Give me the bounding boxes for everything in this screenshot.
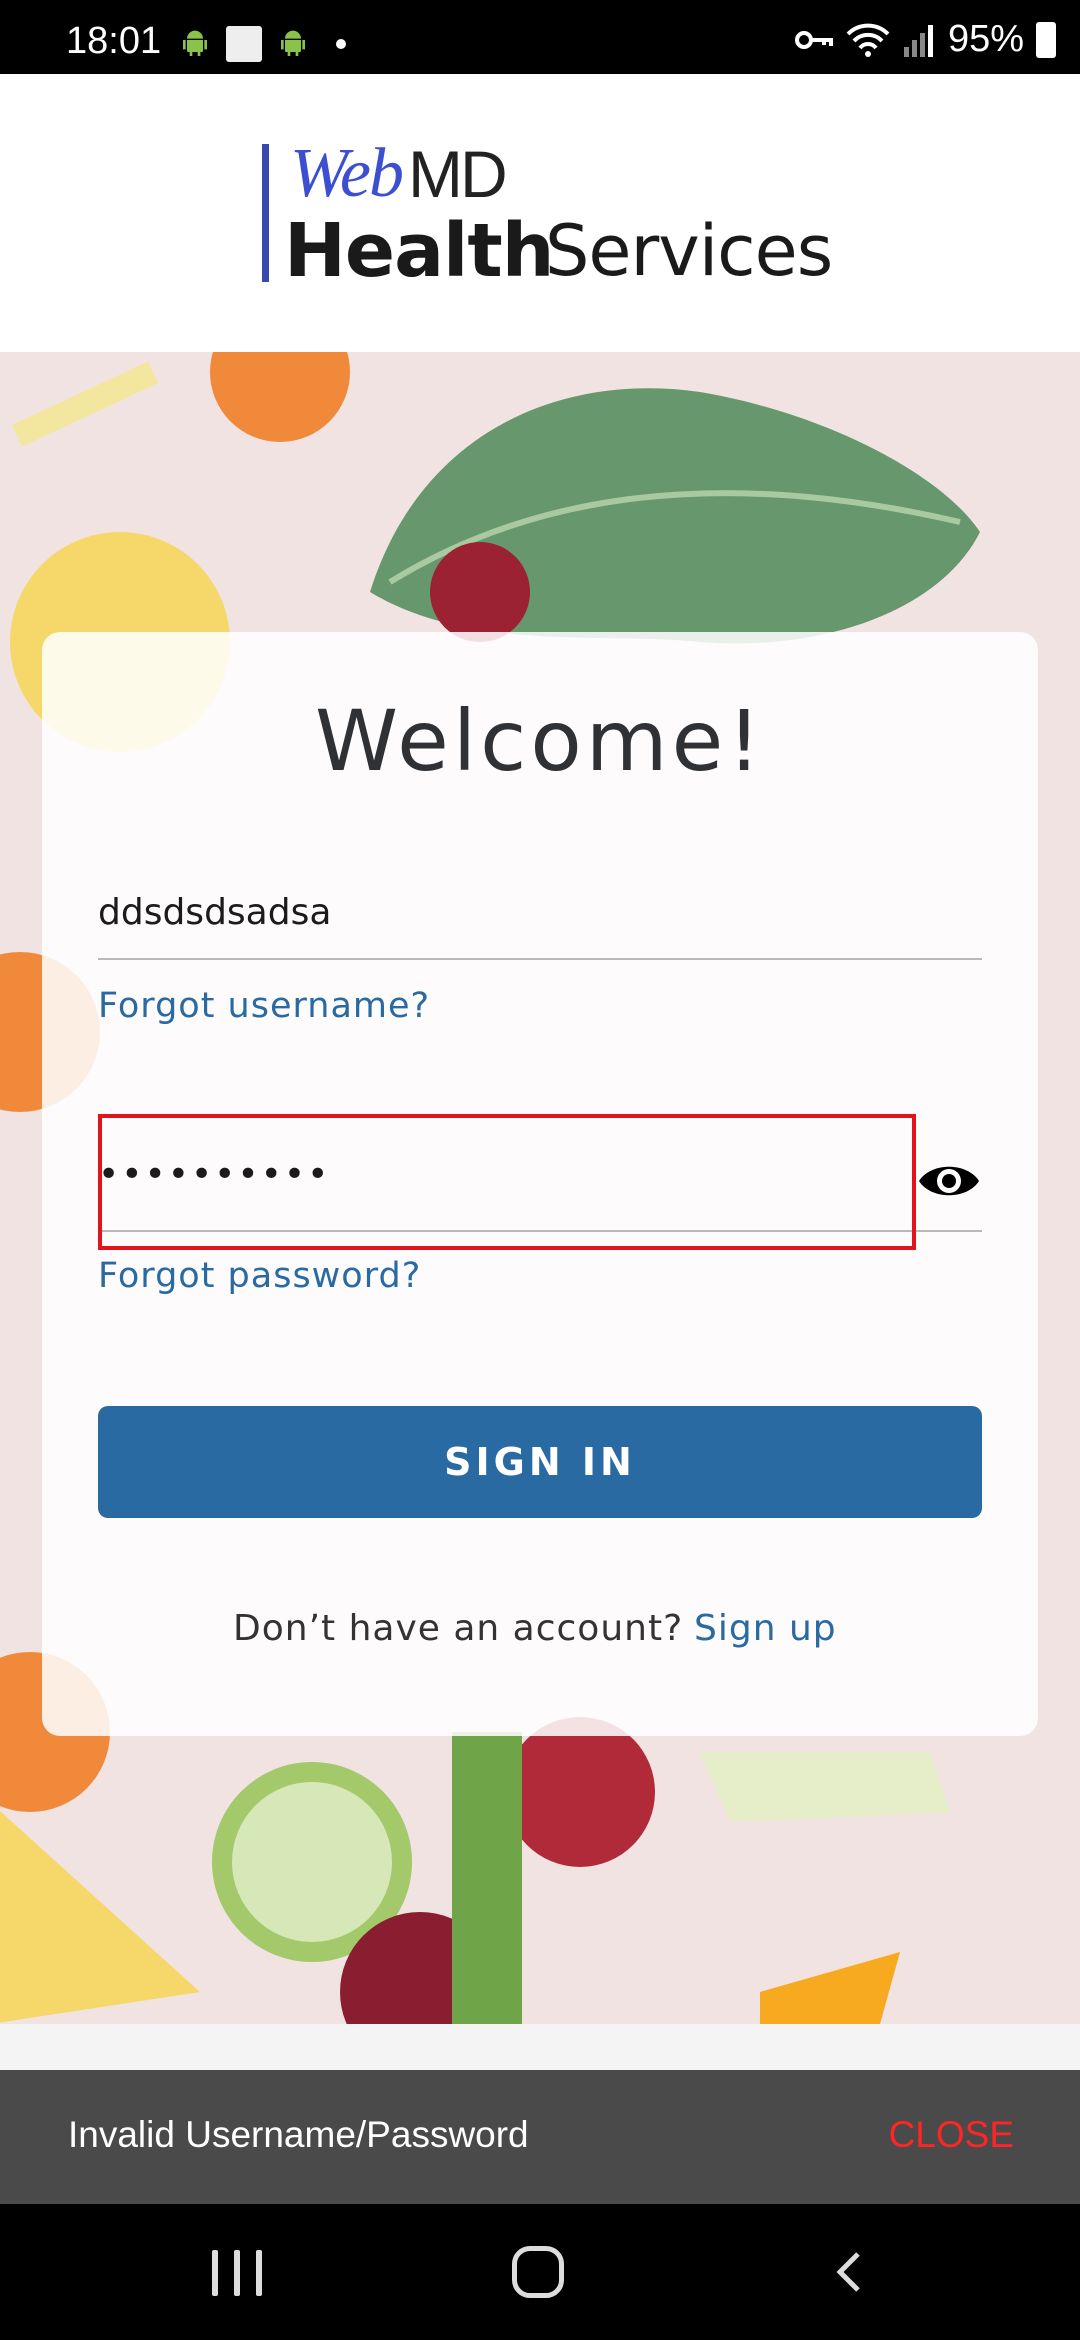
notification-icons xyxy=(178,26,346,62)
logo-services: Services xyxy=(545,210,833,292)
android-icon xyxy=(183,30,207,56)
recents-icon[interactable] xyxy=(212,2250,262,2296)
password-highlight-box xyxy=(98,1114,916,1250)
logo-md: MD xyxy=(408,137,508,211)
key-icon xyxy=(794,30,833,49)
forgot-username-link[interactable]: Forgot username? xyxy=(98,986,430,1026)
image-notification-icon xyxy=(226,26,262,62)
status-bar: 18:01 95% xyxy=(0,0,1080,74)
username-input[interactable]: ddsdsdsadsa xyxy=(98,884,982,960)
header: Web MD Health Services xyxy=(0,74,1080,352)
welcome-title: Welcome! xyxy=(315,692,765,790)
android-icon xyxy=(281,30,305,56)
system-status-icons: 95% xyxy=(794,18,1056,61)
signal-icon xyxy=(903,24,933,57)
login-card: Welcome! ddsdsdsadsa Forgot username? ••… xyxy=(42,632,1038,1736)
show-password-eye-icon[interactable] xyxy=(916,1156,982,1206)
status-time: 18:01 xyxy=(66,20,162,62)
logo-web: Web xyxy=(290,135,404,212)
error-snackbar: Invalid Username/Password CLOSE xyxy=(0,2070,1080,2204)
back-icon[interactable] xyxy=(826,2248,874,2296)
bottom-strip xyxy=(0,2024,1080,2070)
more-notifications-dot-icon xyxy=(336,39,346,49)
battery-icon xyxy=(1036,21,1056,58)
logo-health: Health xyxy=(284,208,554,294)
battery-percent: 95% xyxy=(947,18,1024,60)
home-icon[interactable] xyxy=(512,2246,564,2298)
sign-up-link[interactable]: Sign up xyxy=(694,1608,837,1649)
logo-bar xyxy=(262,144,269,282)
system-navigation-bar xyxy=(0,2204,1080,2340)
no-account-text: Don’t have an account? xyxy=(233,1608,684,1649)
sign-in-button[interactable]: SIGN IN xyxy=(98,1406,982,1518)
forgot-password-link[interactable]: Forgot password? xyxy=(98,1256,421,1296)
wifi-icon xyxy=(846,23,890,57)
error-message: Invalid Username/Password xyxy=(68,2114,529,2155)
close-snackbar-button[interactable]: CLOSE xyxy=(889,2114,1014,2156)
